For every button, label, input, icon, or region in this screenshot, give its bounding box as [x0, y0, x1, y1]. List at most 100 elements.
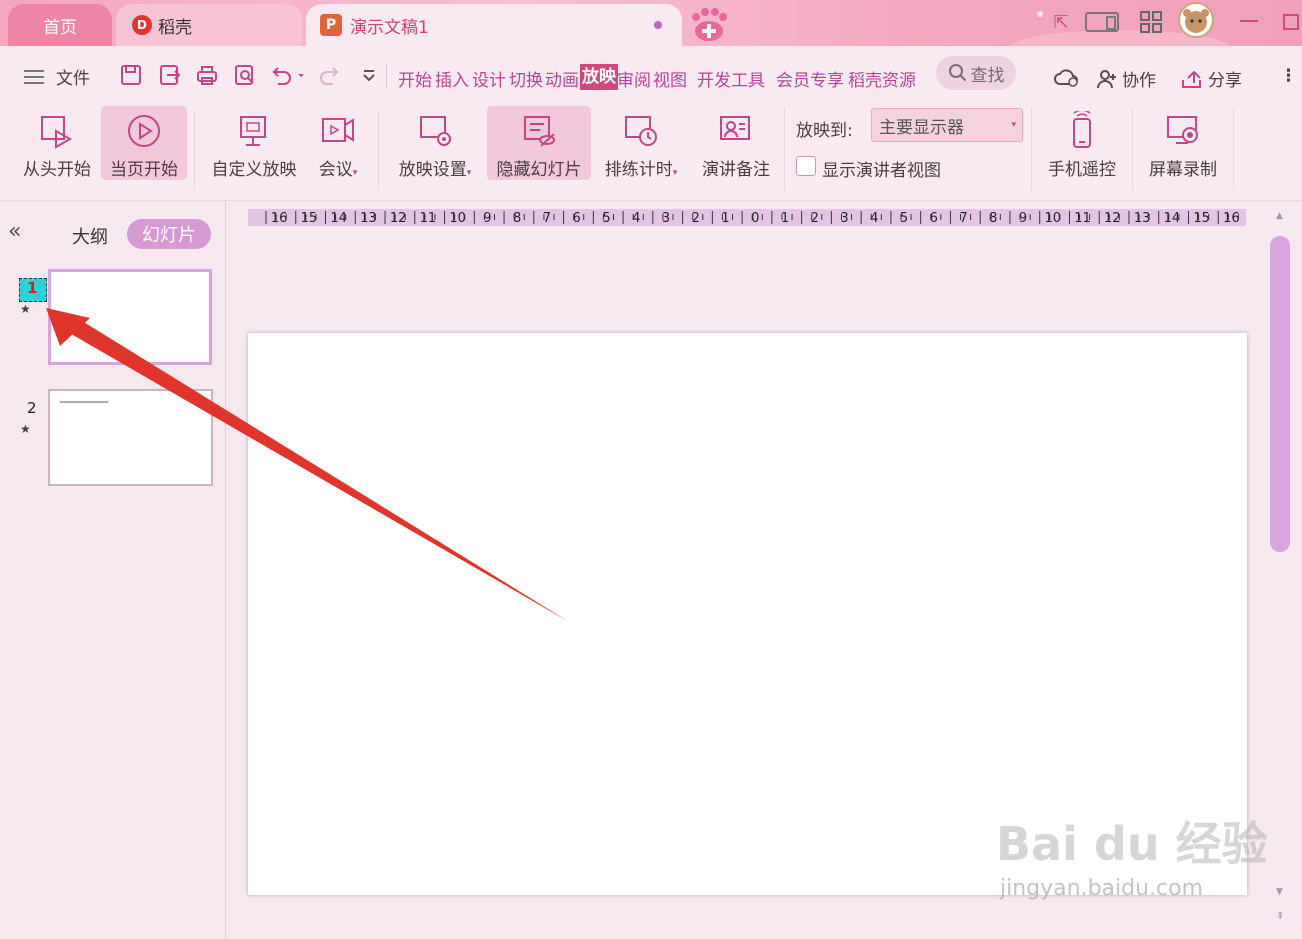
collapse-pane-icon[interactable]: «: [8, 219, 21, 244]
custom-show-button[interactable]: 自定义放映: [206, 106, 302, 180]
ruler-tick-label: 15: [301, 211, 318, 226]
menu-view[interactable]: 视图: [653, 66, 687, 91]
menu-review[interactable]: 审阅: [617, 66, 651, 91]
undo-icon[interactable]: [268, 63, 306, 89]
ruler-tick-label: 12: [1104, 211, 1121, 226]
new-tab-button[interactable]: [688, 8, 727, 41]
chevron-down-icon[interactable]: [356, 63, 382, 89]
ruler-ticks: 16 15 14 13 12 11 10 9 8 7 6 5 4 3 2 1 0 1 2 3 4 5 6 7 8 9 10 11 12 1…: [265, 211, 1240, 226]
hamburger-icon: [24, 69, 44, 84]
ruler-tick-label: 11: [420, 211, 437, 226]
scrollbar-thumb[interactable]: [1270, 236, 1290, 552]
device-icon[interactable]: [1084, 8, 1122, 36]
meeting-label: 会议: [318, 160, 353, 180]
display-select-value: 主要显示器: [879, 117, 964, 138]
thumbnail-text-line: [60, 401, 108, 403]
menu-start[interactable]: 开始: [398, 66, 432, 91]
meeting-button[interactable]: 会议▾: [312, 106, 364, 180]
from-current-button[interactable]: 当页开始: [101, 106, 187, 180]
show-settings-button[interactable]: 放映设置▾: [390, 106, 480, 180]
from-start-button[interactable]: 从头开始: [18, 106, 96, 180]
cloud-sync-button[interactable]: [1054, 66, 1080, 88]
tab-document[interactable]: P 演示文稿1: [306, 4, 682, 46]
menu-design[interactable]: 设计: [472, 66, 506, 91]
minimize-icon[interactable]: [1238, 8, 1260, 36]
menu-developer[interactable]: 开发工具: [697, 66, 765, 91]
ruler-tick-label: 10: [449, 211, 466, 226]
avatar[interactable]: [1178, 2, 1214, 38]
speaker-notes-icon: [720, 116, 750, 140]
menu-transition[interactable]: 切换: [509, 66, 543, 91]
file-menu-label: 文件: [56, 69, 90, 89]
slide-thumbnail[interactable]: [48, 389, 213, 486]
phone-remote-label: 手机遥控: [1048, 160, 1116, 180]
menu-bar: 文件 开始 插入 设计 切换 动画 放映 审阅 视图 开发工具 会员专享 稻壳资…: [0, 46, 1302, 104]
search-label: 查找: [970, 65, 1005, 86]
scroll-down-icon[interactable]: ▼: [1276, 887, 1283, 897]
collaborate-label: 协作: [1122, 71, 1156, 91]
shrink-icon[interactable]: ⇱: [1050, 8, 1072, 36]
tab-slides-label: 幻灯片: [142, 225, 196, 246]
export-icon[interactable]: [157, 63, 183, 89]
presentation-icon: P: [320, 14, 342, 36]
tab-outline[interactable]: 大纲: [72, 223, 108, 249]
page-up-icon[interactable]: ⇞: [1276, 911, 1284, 922]
hide-slide-button[interactable]: 隐藏幻灯片: [487, 106, 591, 180]
screen-record-button[interactable]: 屏幕录制: [1142, 106, 1224, 180]
speaker-notes-label: 演讲备注: [702, 160, 770, 180]
custom-show-label: 自定义放映: [211, 160, 297, 180]
baidu-watermark: Bai du 经验: [996, 817, 1268, 871]
tab-slides[interactable]: 幻灯片: [127, 219, 211, 249]
ruler-tick-label: 13: [1134, 211, 1151, 226]
ruler-tick-label: 16: [271, 211, 288, 226]
slide-thumbnail[interactable]: [48, 269, 212, 365]
scroll-up-icon[interactable]: ▲: [1276, 211, 1283, 221]
print-preview-icon[interactable]: [232, 63, 258, 89]
menu-daoke-resources[interactable]: 稻壳资源: [848, 66, 916, 91]
horizontal-ruler: 16 15 14 13 12 11 10 9 8 7 6 5 4 3 2 1 0 1 2 3 4 5 6 7 8 9 10 11 12 1…: [248, 209, 1246, 226]
ruler-tick-label: 14: [330, 211, 347, 226]
more-options-icon[interactable]: ⋮: [1280, 66, 1297, 86]
search-icon: [948, 64, 966, 82]
menu-animation[interactable]: 动画: [545, 66, 579, 91]
collaborate-button[interactable]: 协作: [1096, 66, 1156, 91]
hide-slide-icon: [524, 116, 555, 147]
settings-screen-icon: [420, 116, 451, 146]
apps-grid-icon[interactable]: [1138, 8, 1164, 36]
print-icon[interactable]: [194, 63, 220, 89]
ruler-tick-label: 15: [1193, 211, 1210, 226]
display-select[interactable]: 主要显示器 ▾: [871, 108, 1023, 142]
tab-daoke[interactable]: D 稻壳: [116, 4, 302, 46]
menu-insert[interactable]: 插入: [435, 66, 469, 91]
screen-record-icon: [1167, 116, 1198, 144]
share-icon: [1182, 70, 1201, 88]
custom-show-icon: [240, 116, 266, 146]
share-button[interactable]: 分享: [1180, 66, 1242, 91]
video-meeting-icon: [322, 118, 354, 142]
speaker-notes-button[interactable]: 演讲备注: [696, 106, 776, 180]
save-icon[interactable]: [118, 63, 144, 89]
ruler-tick-label: 14: [1164, 211, 1181, 226]
redo-icon[interactable]: [318, 63, 344, 89]
search-button[interactable]: 查找: [936, 56, 1016, 90]
phone-remote-button[interactable]: 手机遥控: [1042, 106, 1122, 180]
from-start-label: 从头开始: [23, 160, 91, 180]
rehearse-label: 排练计时: [604, 160, 673, 180]
tab-home[interactable]: 首页: [8, 4, 112, 46]
hide-slide-label: 隐藏幻灯片: [496, 160, 582, 180]
tab-daoke-label: 稻壳: [158, 17, 192, 38]
maximize-icon[interactable]: [1280, 8, 1302, 36]
tab-home-label: 首页: [43, 17, 77, 38]
menu-slideshow[interactable]: 放映: [580, 64, 618, 90]
menu-member[interactable]: 会员专享: [776, 66, 844, 91]
play-from-start-icon: [41, 116, 73, 149]
file-menu[interactable]: 文件: [24, 64, 90, 89]
presenter-view-checkbox[interactable]: [796, 156, 816, 176]
ruler-tick-label: 12: [390, 211, 407, 226]
slide-number: 2: [27, 399, 37, 417]
play-circle-icon: [128, 115, 160, 147]
rehearse-button[interactable]: 排练计时▾: [596, 106, 686, 180]
unsaved-dot-icon: [654, 21, 662, 29]
daoke-logo-icon: D: [132, 15, 152, 35]
ruler-tick-label: 16: [1223, 211, 1240, 226]
